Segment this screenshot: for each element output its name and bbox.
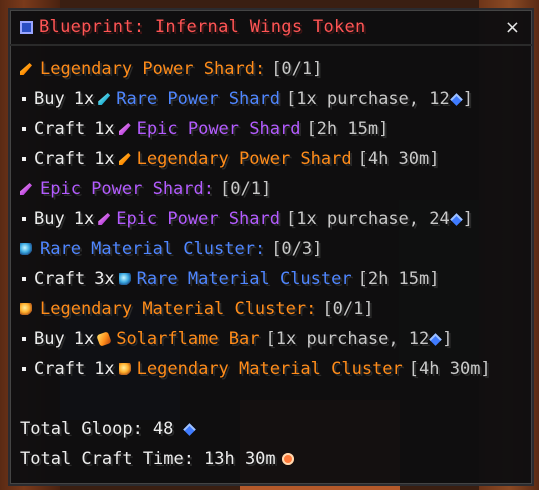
requirement-header-row: Legendary Power Shard: [0/1] — [10, 54, 532, 84]
gloop-gem-icon — [183, 422, 197, 436]
close-icon[interactable]: × — [505, 17, 520, 38]
bullet — [22, 157, 26, 161]
rare-material-cluster-icon — [20, 243, 32, 255]
step-quantity: 1x — [73, 89, 95, 109]
bullet — [22, 277, 26, 281]
requirements-list: Legendary Power Shard: [0/1] Buy 1x Rare Pow… — [10, 54, 532, 384]
step-quantity: 1x — [94, 149, 115, 169]
item-detail-close: ] — [462, 209, 473, 229]
epic-power-shard-icon — [118, 123, 131, 135]
item-detail: [2h 15m] — [306, 119, 389, 139]
item-name[interactable]: Legendary Power Shard — [40, 59, 255, 79]
step-action: Craft — [34, 119, 86, 139]
requirement-step-row: Craft 3x Rare Material Cluster [2h 15m] — [10, 264, 532, 294]
total-gloop-row: Total Gloop: 48 — [10, 414, 532, 444]
rare-power-shard-icon — [98, 93, 111, 105]
gloop-gem-icon — [429, 332, 443, 346]
item-name[interactable]: Rare Material Cluster — [40, 239, 255, 259]
legendary-material-cluster-icon — [118, 363, 131, 375]
item-name[interactable]: Epic Power Shard — [116, 209, 280, 229]
item-name[interactable]: Rare Material Cluster — [137, 269, 352, 289]
item-detail: [2h 15m] — [357, 269, 440, 289]
item-detail-close: ] — [462, 89, 473, 109]
totals: Total Gloop: 48 Total Craft Time: 13h 30… — [10, 414, 532, 474]
item-name[interactable]: Legendary Power Shard — [137, 149, 352, 169]
item-detail: [4h 30m] — [357, 149, 440, 169]
item-detail: [1x purchase, 12 — [265, 329, 430, 349]
step-action: Buy — [34, 329, 65, 349]
item-name[interactable]: Solarflame Bar — [116, 329, 259, 349]
requirement-step-row: Buy 1x Epic Power Shard [1x purchase, 24] — [10, 204, 532, 234]
item-name[interactable]: Epic Power Shard — [40, 179, 204, 199]
epic-power-shard-icon — [20, 183, 32, 195]
item-detail: [1x purchase, 24 — [285, 209, 450, 229]
item-suffix: : — [203, 179, 215, 199]
blueprint-icon — [20, 20, 33, 34]
item-name[interactable]: Legendary Material Cluster — [40, 299, 306, 319]
solarflame-bar-icon — [96, 331, 112, 347]
requirement-step-row: Buy 1x Rare Power Shard [1x purchase, 12] — [10, 84, 532, 114]
legendary-power-shard-icon — [118, 153, 131, 165]
step-action: Craft — [34, 149, 86, 169]
item-suffix: : — [306, 299, 317, 319]
step-quantity: 3x — [94, 269, 115, 289]
total-craft-time-label: Total Craft Time: — [20, 449, 194, 469]
item-detail: [0/3] — [271, 239, 323, 259]
step-action: Craft — [34, 359, 86, 379]
step-quantity: 1x — [94, 359, 115, 379]
requirement-header-row: Rare Material Cluster: [0/3] — [10, 234, 532, 264]
total-craft-time-value: 13h 30m — [204, 449, 276, 469]
item-suffix: : — [254, 59, 266, 79]
rare-material-cluster-icon — [118, 273, 131, 285]
bullet — [22, 127, 26, 131]
step-quantity: 1x — [73, 209, 95, 229]
bullet — [22, 217, 26, 221]
requirement-step-row: Buy 1x Solarflame Bar [1x purchase, 12] — [10, 324, 532, 354]
total-gloop-value: 48 — [152, 419, 174, 439]
step-quantity: 1x — [94, 119, 115, 139]
legendary-power-shard-icon — [20, 63, 32, 75]
step-action: Craft — [34, 269, 86, 289]
total-gloop-label: Total Gloop: — [20, 419, 143, 439]
bullet — [22, 337, 26, 341]
item-detail: [0/1] — [322, 299, 374, 319]
requirement-header-row: Legendary Material Cluster: [0/1] — [10, 294, 532, 324]
total-craft-time-row: Total Craft Time: 13h 30m — [10, 444, 532, 474]
item-detail: [4h 30m] — [408, 359, 491, 379]
step-action: Buy — [34, 89, 65, 109]
tooltip-title: Blueprint: Infernal Wings Token — [39, 17, 366, 37]
bullet — [22, 367, 26, 371]
requirement-step-row: Craft 1x Legendary Power Shard [4h 30m] — [10, 144, 532, 174]
item-detail: [0/1] — [271, 59, 323, 79]
requirement-header-row: Epic Power Shard: [0/1] — [10, 174, 532, 204]
epic-power-shard-icon — [98, 213, 111, 225]
item-detail: [1x purchase, 12 — [285, 89, 450, 109]
item-name[interactable]: Epic Power Shard — [137, 119, 301, 139]
tooltip-header: Blueprint: Infernal Wings Token × — [10, 10, 532, 46]
item-name[interactable]: Rare Power Shard — [116, 89, 280, 109]
gloop-gem-icon — [449, 212, 463, 226]
step-quantity: 1x — [73, 329, 95, 349]
bullet — [22, 97, 26, 101]
clock-icon — [281, 453, 294, 465]
gloop-gem-icon — [449, 92, 463, 106]
requirement-step-row: Craft 1x Epic Power Shard [2h 15m] — [10, 114, 532, 144]
item-detail-close: ] — [442, 329, 453, 349]
item-detail: [0/1] — [220, 179, 272, 199]
requirement-step-row: Craft 1x Legendary Material Cluster [4h 30m… — [10, 354, 532, 384]
step-action: Buy — [34, 209, 65, 229]
item-suffix: : — [254, 239, 266, 259]
legendary-material-cluster-icon — [20, 303, 32, 315]
blueprint-tooltip: Blueprint: Infernal Wings Token × Legend… — [8, 8, 534, 486]
item-name[interactable]: Legendary Material Cluster — [137, 359, 403, 379]
